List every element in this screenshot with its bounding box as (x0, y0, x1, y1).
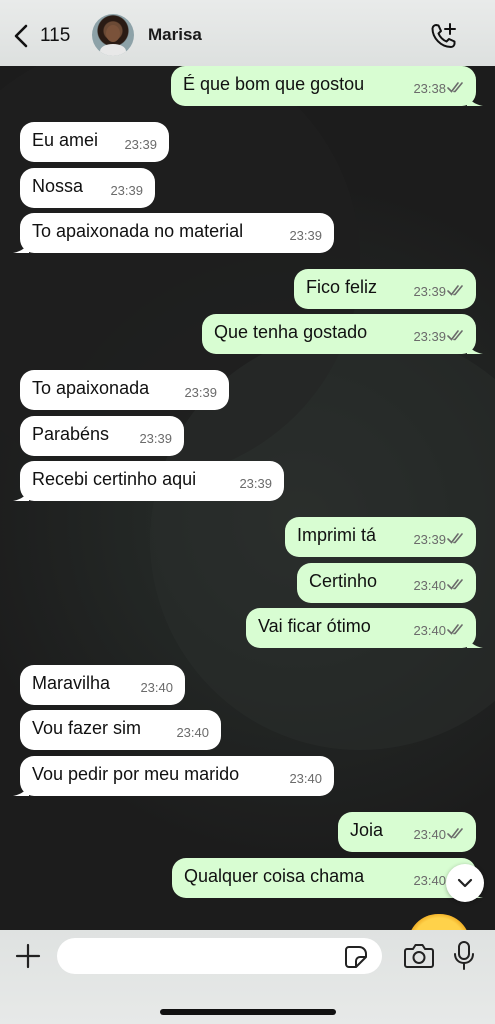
message-time: 23:39 (184, 385, 217, 400)
message-text: To apaixonada (32, 378, 150, 398)
outgoing-message[interactable]: Que tenha gostado 23:39 (202, 314, 483, 354)
chevron-left-icon (14, 24, 28, 48)
incoming-message[interactable]: Recebi certinho aqui 23:39 (13, 461, 284, 501)
double-check-icon (447, 579, 463, 590)
unread-count: 115 (40, 25, 71, 46)
message-time: 23:40 (289, 771, 322, 786)
message-time: 23:39 (413, 284, 446, 299)
message-text: Vai ficar ótimo (258, 616, 371, 636)
sticker-icon[interactable] (344, 945, 368, 969)
incoming-message[interactable]: Vou fazer sim 23:40 (20, 710, 221, 750)
message-text: Recebi certinho aqui (32, 469, 197, 489)
message-composer (0, 930, 495, 1024)
double-check-icon (447, 285, 463, 296)
message-text: Imprimi tá (297, 525, 377, 545)
avatar-face (106, 25, 120, 42)
chevron-down-icon (457, 878, 473, 888)
scroll-to-bottom-button[interactable] (446, 864, 484, 902)
message-time: 23:39 (239, 476, 272, 491)
double-check-icon (447, 828, 463, 839)
message-text: Joia (350, 820, 384, 840)
home-indicator[interactable] (160, 1009, 336, 1015)
incoming-message[interactable]: Nossa 23:39 (20, 168, 155, 208)
double-check-icon (447, 82, 463, 93)
double-check-icon (447, 533, 463, 544)
message-text: Maravilha (32, 673, 111, 693)
message-time: 23:40 (413, 623, 446, 638)
outgoing-message[interactable]: Joia 23:40 (338, 812, 476, 852)
message-time: 23:40 (413, 873, 446, 888)
outgoing-message[interactable]: Certinho 23:40 (297, 563, 476, 603)
message-text: É que bom que gostou (183, 74, 365, 94)
camera-icon[interactable] (403, 942, 435, 970)
message-time: 23:38 (413, 81, 446, 96)
message-time: 23:40 (413, 827, 446, 842)
incoming-message[interactable]: Parabéns 23:39 (20, 416, 184, 456)
message-text: Nossa (32, 176, 84, 196)
message-text: Fico feliz (306, 277, 378, 297)
message-text: Vou fazer sim (32, 718, 142, 738)
outgoing-message[interactable]: É que bom que gostou 23:38 (171, 66, 483, 106)
message-time: 23:40 (140, 680, 173, 695)
double-check-icon (447, 624, 463, 635)
message-time: 23:39 (110, 183, 143, 198)
incoming-message[interactable]: To apaixonada no material 23:39 (13, 213, 334, 253)
outgoing-message[interactable]: Qualquer coisa chama 23:40 (172, 858, 483, 898)
message-list[interactable]: É que bom que gostou 23:38 Eu amei 23:39… (0, 0, 495, 1024)
phone-plus-icon[interactable] (428, 20, 460, 52)
incoming-message[interactable]: Eu amei 23:39 (20, 122, 169, 162)
bubble-tail (467, 90, 483, 106)
plus-icon[interactable] (14, 942, 42, 970)
bubble-tail (467, 632, 483, 648)
bubble-tail (13, 485, 29, 501)
message-text: Certinho (309, 571, 378, 591)
message-time: 23:39 (413, 329, 446, 344)
bubble-tail (13, 237, 29, 253)
outgoing-message[interactable]: Fico feliz 23:39 (294, 269, 476, 309)
message-text: To apaixonada no material (32, 221, 244, 241)
message-time: 23:39 (124, 137, 157, 152)
message-text: Qualquer coisa chama (184, 866, 365, 886)
contact-name[interactable]: Marisa (148, 25, 202, 45)
microphone-icon[interactable] (452, 940, 476, 972)
double-check-icon (447, 330, 463, 341)
incoming-message[interactable]: Maravilha 23:40 (20, 665, 185, 705)
message-text: Eu amei (32, 130, 99, 150)
chat-header: 115 Marisa (0, 0, 495, 66)
message-time: 23:39 (139, 431, 172, 446)
outgoing-message[interactable]: Vai ficar ótimo 23:40 (246, 608, 483, 648)
message-text: Parabéns (32, 424, 110, 444)
message-input[interactable] (57, 938, 382, 974)
incoming-message[interactable]: Vou pedir por meu marido 23:40 (13, 756, 334, 796)
message-text: Vou pedir por meu marido (32, 764, 240, 784)
avatar-shirt (100, 44, 126, 56)
message-time: 23:40 (413, 578, 446, 593)
incoming-message[interactable]: To apaixonada 23:39 (20, 370, 229, 410)
message-time: 23:40 (176, 725, 209, 740)
back-button[interactable]: 115 (10, 20, 80, 52)
bubble-tail (13, 780, 29, 796)
bubble-tail (467, 338, 483, 354)
outgoing-message[interactable]: Imprimi tá 23:39 (285, 517, 476, 557)
message-time: 23:39 (289, 228, 322, 243)
message-text: Que tenha gostado (214, 322, 368, 342)
avatar[interactable] (92, 14, 134, 56)
message-time: 23:39 (413, 532, 446, 547)
